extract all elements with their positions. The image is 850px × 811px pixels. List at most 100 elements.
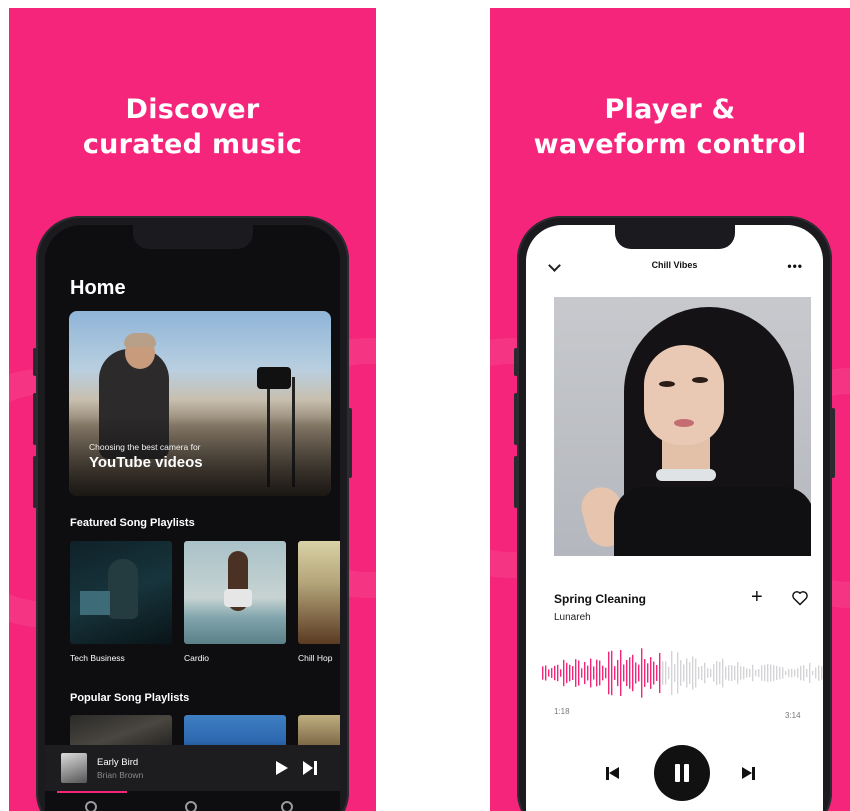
- waveform-bar: [599, 660, 601, 686]
- bottom-tab-bar: [45, 791, 340, 811]
- artwork-figure: [659, 381, 675, 387]
- skip-previous-icon[interactable]: [606, 767, 620, 781]
- tile-image: [108, 559, 138, 619]
- playlist-label: Chill Hop: [298, 653, 333, 663]
- elapsed-time: 1:18: [554, 707, 570, 716]
- popular-section-title: Popular Song Playlists: [70, 692, 190, 704]
- pause-button[interactable]: [654, 745, 710, 801]
- waveform-bar: [716, 661, 718, 685]
- page-title: Home: [70, 277, 126, 299]
- waveform-bar: [755, 669, 757, 677]
- waveform-bar: [782, 667, 784, 679]
- waveform-bar: [614, 666, 616, 680]
- waveform-bar: [785, 671, 787, 675]
- promo-headline: Discover curated music: [9, 92, 376, 162]
- waveform-bar: [587, 665, 589, 681]
- waveform-bar: [728, 665, 730, 681]
- headline-line-1: Player &: [604, 94, 736, 125]
- waveform-bar: [800, 665, 802, 681]
- waveform-bar: [626, 659, 628, 687]
- hero-title: YouTube videos: [89, 454, 203, 471]
- waveform-bar: [704, 662, 706, 684]
- mini-player[interactable]: Early Bird Brian Brown: [45, 745, 340, 791]
- playlist-tile-chill-hop[interactable]: [298, 541, 340, 644]
- promo-panel-player: Player & waveform control Chill Vibes ••…: [490, 8, 850, 811]
- album-artwork: [554, 297, 811, 556]
- waveform-bar: [548, 669, 550, 677]
- more-horizontal-icon[interactable]: •••: [787, 259, 803, 273]
- waveform-bar: [644, 659, 646, 687]
- playlist-tile-tech-business[interactable]: [70, 541, 172, 644]
- waveform-bar: [581, 668, 583, 678]
- hero-card[interactable]: Choosing the best camera for YouTube vid…: [69, 311, 331, 496]
- skip-next-icon-part: [742, 767, 752, 779]
- headline-line-2: curated music: [82, 129, 303, 160]
- waveform-bar: [773, 665, 775, 681]
- waveform-bar: [683, 664, 685, 682]
- waveform-bar: [770, 664, 772, 682]
- search-tab-icon[interactable]: [185, 801, 197, 811]
- pause-icon: [675, 764, 680, 782]
- waveform-bar: [557, 664, 559, 682]
- waveform-bar: [674, 663, 676, 683]
- heart-icon[interactable]: [791, 590, 809, 606]
- active-tab-indicator: [57, 791, 127, 793]
- waveform-bar: [668, 666, 670, 680]
- artwork-figure: [656, 469, 716, 481]
- waveform-bar: [641, 648, 643, 698]
- waveform-bar: [815, 667, 817, 679]
- waveform-bar: [659, 652, 661, 694]
- waveform-bar: [575, 659, 577, 687]
- waveform-bar: [560, 669, 562, 677]
- skip-next-icon[interactable]: [303, 761, 319, 775]
- hero-image: [124, 333, 156, 347]
- waveform-bar: [749, 668, 751, 678]
- waveform-bar: [572, 666, 574, 680]
- add-to-playlist-icon[interactable]: +: [751, 587, 763, 607]
- waveform-bar: [803, 665, 805, 681]
- waveform-bar: [719, 661, 721, 685]
- waveform-bar: [776, 665, 778, 681]
- waveform-bar: [722, 658, 724, 688]
- tile-image: [80, 591, 110, 615]
- waveform-bar: [707, 668, 709, 678]
- playlist-label: Cardio: [184, 653, 210, 663]
- playlist-tile-cardio[interactable]: [184, 541, 286, 644]
- waveform-bar: [743, 666, 745, 680]
- skip-next-icon-part: [314, 761, 317, 775]
- skip-next-icon-part: [752, 767, 755, 780]
- waveform-bar: [746, 668, 748, 678]
- playlist-label: Tech Business: [70, 653, 125, 663]
- waveform-bar: [569, 664, 571, 682]
- waveform-bar: [617, 659, 619, 687]
- waveform-bar: [779, 666, 781, 680]
- featured-section-title: Featured Song Playlists: [70, 517, 195, 529]
- waveform-bar: [662, 661, 664, 685]
- library-tab-icon[interactable]: [281, 801, 293, 811]
- waveform-bar: [578, 660, 580, 686]
- waveform-bar: [701, 665, 703, 681]
- waveform-bar: [821, 666, 823, 680]
- home-tab-icon[interactable]: [85, 801, 97, 811]
- waveform-bar: [590, 658, 592, 688]
- waveform-bar: [620, 650, 622, 696]
- playlist-title: Chill Vibes: [651, 260, 698, 270]
- waveform-bar: [623, 664, 625, 682]
- waveform-bar: [584, 661, 586, 685]
- waveform-bar: [611, 650, 613, 696]
- phone-frame: Chill Vibes ••• Spring Cleaning Lunareh …: [517, 216, 832, 811]
- waveform-bar: [605, 667, 607, 679]
- waveform-bar: [812, 670, 814, 676]
- artwork-figure: [692, 377, 708, 383]
- waveform-bar: [767, 664, 769, 682]
- song-title: Spring Cleaning: [554, 592, 647, 606]
- waveform-scrubber[interactable]: [541, 643, 823, 703]
- artist-name[interactable]: Lunareh: [554, 612, 591, 623]
- promo-headline: Player & waveform control: [490, 92, 850, 162]
- waveform-bar: [791, 668, 793, 678]
- waveform-bar: [695, 658, 697, 688]
- skip-next-icon[interactable]: [742, 767, 756, 781]
- skip-previous-icon-part: [609, 767, 619, 779]
- waveform-bar: [797, 668, 799, 678]
- play-icon[interactable]: [276, 761, 288, 775]
